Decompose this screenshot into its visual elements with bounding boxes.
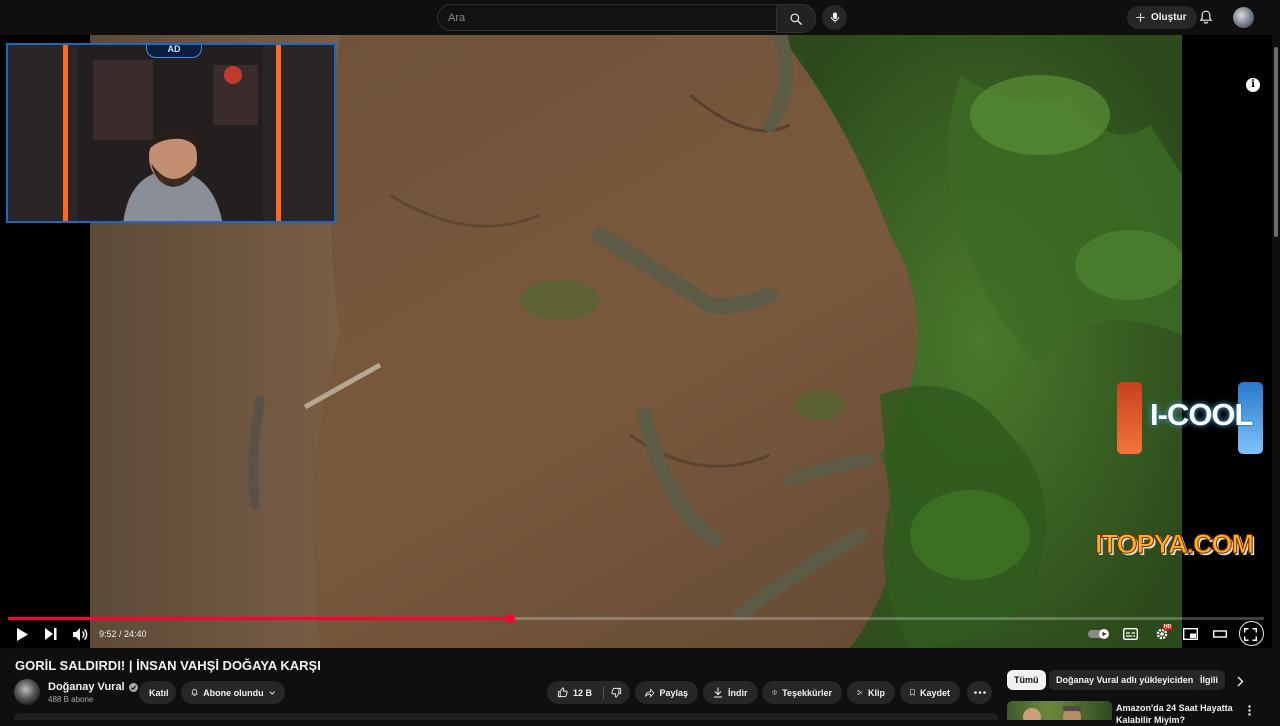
miniplayer-button[interactable] [1182, 626, 1198, 642]
like-count: 12 B [573, 687, 593, 698]
subscribed-button[interactable]: Abone olundu [181, 681, 285, 704]
chip-all[interactable]: Tümü [1007, 670, 1046, 690]
bell-icon [191, 689, 198, 696]
save-label: Kaydet [919, 687, 950, 698]
channel-avatar[interactable] [14, 679, 40, 705]
bookmark-icon [910, 689, 915, 696]
chips-next-button[interactable] [1237, 674, 1244, 692]
search-button[interactable] [776, 4, 816, 33]
channel-name-row[interactable]: Doğanay Vural [48, 681, 138, 693]
join-button[interactable]: Katıl [139, 681, 176, 704]
progress-bar[interactable] [8, 614, 1264, 623]
chip-from-uploader[interactable]: Doğanay Vural adlı yükleyiciden [1049, 670, 1201, 690]
info-button[interactable]: i [1246, 78, 1260, 92]
autoplay-toggle[interactable] [1088, 626, 1112, 642]
hd-badge: HD [1163, 624, 1173, 630]
clip-label: Klip [868, 687, 885, 698]
chip-related[interactable]: İlgili [1193, 670, 1225, 690]
create-button[interactable]: Oluştur [1127, 6, 1197, 29]
fullscreen-icon [1243, 627, 1257, 641]
download-button[interactable]: İndir [703, 681, 758, 704]
create-label: Oluştur [1151, 12, 1187, 23]
video-player[interactable]: AD i I-COOL ITOPYA.COM [0, 35, 1272, 648]
webcam-overlay: AD [6, 43, 336, 223]
page-scrollbar[interactable] [1272, 35, 1280, 720]
plus-icon [1136, 13, 1145, 22]
description-box[interactable] [14, 713, 998, 720]
subtitles-button[interactable] [1122, 626, 1138, 642]
dislike-button[interactable] [604, 681, 630, 704]
recommendation-thumbnail-image [1023, 706, 1081, 720]
subscriber-count: 488 B abone [48, 695, 94, 704]
next-button[interactable] [44, 626, 58, 642]
subscribed-label: Abone olundu [203, 687, 264, 698]
more-horizontal-icon [973, 691, 986, 694]
sponsor-can-left [1117, 382, 1142, 454]
volume-button[interactable] [72, 626, 88, 642]
play-icon [17, 627, 28, 641]
thanks-icon: $ [772, 690, 777, 695]
download-label: İndir [728, 687, 748, 698]
account-avatar[interactable] [1233, 7, 1254, 28]
share-label: Paylaş [659, 687, 688, 698]
more-actions-button[interactable] [967, 681, 992, 704]
share-button[interactable]: Paylaş [635, 681, 698, 704]
search-icon [790, 12, 802, 25]
sponsor-logo-icool: I-COOL [1150, 397, 1253, 432]
fullscreen-button[interactable] [1242, 626, 1258, 642]
share-icon [645, 687, 655, 698]
bell-icon [1199, 10, 1213, 24]
settings-button[interactable]: HD [1152, 624, 1173, 642]
next-icon [45, 628, 57, 640]
search-bar [437, 4, 816, 33]
time-display: 9:52 / 24:40 [99, 629, 147, 639]
autoplay-toggle-icon [1088, 629, 1109, 639]
recommendation-thumbnail[interactable] [1007, 701, 1112, 720]
thanks-label: Teşekkürler [782, 687, 832, 698]
play-button[interactable] [14, 626, 30, 642]
miniplayer-icon [1182, 628, 1198, 640]
notifications-button[interactable] [1199, 9, 1213, 30]
chevron-down-icon [268, 690, 275, 695]
chevron-right-icon [1237, 676, 1244, 687]
more-vertical-icon [1248, 705, 1251, 716]
svg-text:$: $ [774, 691, 776, 694]
search-input[interactable] [437, 4, 776, 31]
channel-name[interactable]: Doğanay Vural [48, 681, 125, 693]
clip-button[interactable]: Klip [847, 681, 895, 704]
verified-icon [128, 682, 138, 692]
join-label: Katıl [149, 687, 169, 698]
recommendation-title[interactable]: Amazon'da 24 Saat Hayatta Kalabilir Miyi… [1116, 702, 1241, 726]
download-icon [714, 687, 722, 698]
subtitles-icon [1122, 628, 1138, 640]
scissors-icon [857, 690, 863, 695]
voice-search-button[interactable] [822, 5, 847, 30]
mic-icon [830, 12, 839, 23]
save-button[interactable]: Kaydet [900, 681, 960, 704]
video-title: GORİL SALDIRDI! | İNSAN VAHŞİ DOĞAYA KAR… [15, 658, 321, 673]
sponsor-logo-itopya: ITOPYA.COM [1094, 529, 1254, 560]
progress-played [8, 617, 511, 620]
thumbs-down-icon [611, 687, 622, 698]
scrollbar-thumb[interactable] [1274, 47, 1278, 237]
webcam-scene [8, 45, 334, 221]
recommendation-menu-button[interactable] [1248, 703, 1251, 721]
like-button[interactable]: 12 B [547, 681, 604, 704]
thanks-button[interactable]: $ Teşekkürler [762, 681, 842, 704]
webcam-logo: AD [146, 45, 202, 58]
thumbs-up-icon [557, 687, 568, 698]
theater-icon [1213, 630, 1227, 638]
volume-icon [72, 627, 87, 641]
theater-button[interactable] [1212, 626, 1228, 642]
